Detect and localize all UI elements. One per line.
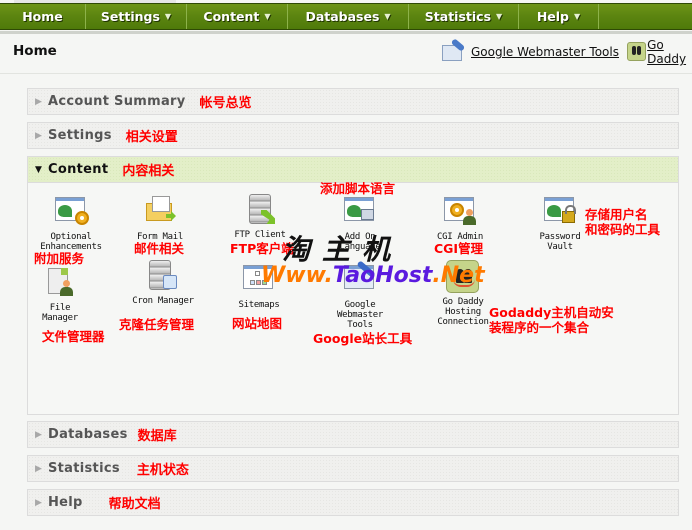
nav-statistics[interactable]: Statistics ▼ <box>409 4 519 29</box>
nav-shadow <box>0 31 692 34</box>
annotation-cron-manager: 克隆任务管理 <box>119 317 195 332</box>
cgi-admin-icon <box>442 195 478 229</box>
link-label: Google Webmaster Tools <box>471 45 619 59</box>
annotation-google-webmaster-tools: Google站长工具 <box>313 331 413 346</box>
panel-settings[interactable]: ▶ Settings 相关设置 <box>27 122 679 149</box>
nav-label: Statistics <box>424 9 492 24</box>
nav-label: Help <box>536 9 569 24</box>
nav-label: Home <box>22 9 63 24</box>
header-divider <box>0 73 692 74</box>
annotation-add-on-language: 添加脚本语言 <box>320 181 396 196</box>
chevron-down-icon: ▼ <box>384 12 391 21</box>
panel-annotation: 内容相关 <box>122 164 175 179</box>
watermark-cn: 淘主机 <box>282 233 403 266</box>
chevron-down-icon: ▼ <box>574 12 581 21</box>
chevron-down-icon: ▼ <box>35 164 42 175</box>
panel-annotation: 帐号总览 <box>199 96 252 111</box>
add-on-language-icon <box>342 195 378 229</box>
google-webmaster-icon <box>440 38 466 63</box>
chevron-right-icon: ▶ <box>35 130 42 141</box>
panel-help[interactable]: ▶ Help 帮助文档 <box>27 489 679 516</box>
annotation-form-mail: 邮件相关 <box>134 241 185 256</box>
nav-help[interactable]: Help ▼ <box>519 4 599 29</box>
annotation-go-daddy-hosting-connection: Godaddy主机自动安 装程序的一个集合 <box>489 305 614 335</box>
panel-title: Help <box>48 495 83 510</box>
nav-label: Databases <box>305 9 380 24</box>
tool-optional-enhancements[interactable]: Optional Enhancements <box>31 195 111 252</box>
panel-annotation: 数据库 <box>137 429 177 444</box>
link-label: Go Daddy <box>647 38 687 66</box>
nav-settings[interactable]: Settings ▼ <box>86 4 187 29</box>
panel-databases[interactable]: ▶ Databases 数据库 <box>27 421 679 448</box>
go-daddy-link[interactable]: Go Daddy <box>627 38 692 66</box>
annotation-cgi-admin: CGI管理 <box>434 241 484 256</box>
go-daddy-hosting-connection-icon <box>627 41 646 63</box>
ftp-client-icon <box>242 193 278 227</box>
tool-label: File Manager <box>42 303 78 323</box>
panel-annotation: 相关设置 <box>125 130 178 145</box>
nav-filler <box>599 4 692 29</box>
annotation-optional-enhancements: 附加服务 <box>34 251 85 266</box>
form-mail-icon <box>142 195 178 229</box>
chevron-down-icon: ▼ <box>496 12 503 21</box>
panel-annotation: 帮助文档 <box>108 497 161 512</box>
file-manager-icon <box>42 266 78 300</box>
google-webmaster-tools-link[interactable]: Google Webmaster Tools <box>440 38 619 64</box>
chevron-down-icon: ▼ <box>264 12 271 21</box>
tool-cron-manager[interactable]: Cron Manager <box>123 259 203 306</box>
panel-title: Settings <box>48 128 112 143</box>
page-title: Home <box>13 43 57 59</box>
optional-enhancements-icon <box>53 195 89 229</box>
chevron-down-icon: ▼ <box>164 12 172 21</box>
panel-title: Content <box>48 162 109 177</box>
tool-form-mail[interactable]: Form Mail <box>120 195 200 242</box>
panel-title: Statistics <box>48 461 120 476</box>
tool-label: Google Webmaster Tools <box>336 300 384 330</box>
annotation-file-manager: 文件管理器 <box>42 329 105 344</box>
password-vault-icon <box>542 195 578 229</box>
chevron-right-icon: ▶ <box>35 429 42 440</box>
nav-content[interactable]: Content ▼ <box>187 4 288 29</box>
nav-databases[interactable]: Databases ▼ <box>288 4 409 29</box>
panel-statistics[interactable]: ▶ Statistics 主机状态 <box>27 455 679 482</box>
nav-label: Settings <box>100 9 160 24</box>
nav-label: Content <box>203 9 260 24</box>
cron-manager-icon <box>145 259 181 293</box>
panel-annotation: 主机状态 <box>136 463 189 478</box>
chevron-right-icon: ▶ <box>35 463 42 474</box>
tool-label: Optional Enhancements <box>40 232 102 252</box>
chevron-right-icon: ▶ <box>35 497 42 508</box>
panel-title: Databases <box>48 427 128 442</box>
annotation-sitemaps: 网站地图 <box>232 316 283 331</box>
panel-account-summary[interactable]: ▶ Account Summary 帐号总览 <box>27 88 679 115</box>
panel-content[interactable]: ▼ Content 内容相关 <box>27 156 679 183</box>
content-panel-body: Optional Enhancements Form Mail FTP Clien… <box>27 183 679 415</box>
main-nav: Home Settings ▼ Content ▼ Databases ▼ Stati… <box>0 3 692 30</box>
chevron-right-icon: ▶ <box>35 96 42 107</box>
annotation-password-vault: 存储用户名 和密码的工具 <box>585 207 661 237</box>
tool-cgi-admin[interactable]: CGI Admin <box>420 195 500 242</box>
panel-title: Account Summary <box>48 94 186 109</box>
tool-file-manager[interactable]: File Manager <box>20 266 100 323</box>
tool-label: Sitemaps <box>238 300 280 310</box>
tool-label: Cron Manager <box>132 296 194 306</box>
watermark-url: Www.TaoHost.Net <box>261 263 485 288</box>
nav-home[interactable]: Home <box>0 4 86 29</box>
